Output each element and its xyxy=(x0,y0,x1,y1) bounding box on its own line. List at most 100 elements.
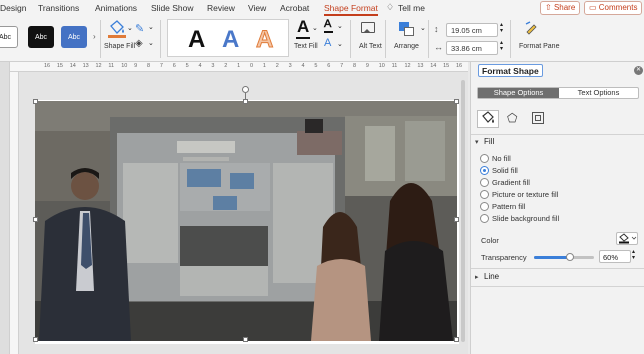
ruler-tick-label: 4 xyxy=(301,63,305,69)
chevron-down-icon[interactable]: ⌄ xyxy=(312,24,318,32)
divider xyxy=(385,20,386,58)
wordart-style-blue[interactable]: A xyxy=(222,26,239,54)
ruler-tick-label: 15 xyxy=(56,63,63,69)
tab-animations[interactable]: Animations xyxy=(95,3,137,13)
ruler-tick-label: 1 xyxy=(262,63,266,69)
shape-style-white[interactable]: Abc xyxy=(0,26,18,48)
radio-no-fill[interactable] xyxy=(480,154,489,163)
ruler-tick-label: 16 xyxy=(456,63,463,69)
height-field[interactable]: 19.05 cm xyxy=(446,23,498,37)
radio-slide-background-fill[interactable] xyxy=(480,214,489,223)
option-solid-fill[interactable]: Solid fill xyxy=(492,166,518,175)
line-section-header[interactable]: Line xyxy=(484,272,499,281)
transparency-input[interactable]: 60% xyxy=(599,250,631,263)
chevron-down-icon[interactable]: ⌄ xyxy=(148,39,154,47)
width-field[interactable]: 33.86 cm xyxy=(446,41,498,55)
chevron-down-icon[interactable]: ⌄ xyxy=(337,22,343,30)
slide-thumbnail-strip[interactable] xyxy=(0,62,10,354)
tab-transitions[interactable]: Transitions xyxy=(38,3,79,13)
chevron-down-icon[interactable]: ⌄ xyxy=(337,40,343,48)
wordart-gallery[interactable]: A A A xyxy=(167,19,289,57)
chevron-down-icon[interactable]: ⌄ xyxy=(127,24,133,32)
transparency-slider-knob[interactable] xyxy=(566,253,574,261)
ruler-tick-label: 11 xyxy=(391,63,398,69)
share-button[interactable]: ⇧ Share xyxy=(540,1,581,15)
wordart-style-black[interactable]: A xyxy=(188,26,205,54)
paint-bucket-icon xyxy=(619,233,637,244)
ruler-tick-label: 11 xyxy=(108,63,115,69)
resize-handle-top-right[interactable] xyxy=(454,99,459,104)
shape-fill-label: Shape Fill xyxy=(104,43,136,50)
option-slide-background-fill[interactable]: Slide background fill xyxy=(492,214,559,223)
ruler-tick-label: 8 xyxy=(353,63,357,69)
text-outline-icon[interactable]: A xyxy=(324,18,332,31)
text-fill-icon[interactable]: A xyxy=(297,17,309,37)
chevron-right-icon[interactable]: › xyxy=(93,32,96,41)
fill-section-header[interactable]: Fill xyxy=(484,137,494,146)
radio-solid-fill[interactable] xyxy=(480,166,489,175)
color-picker-button[interactable] xyxy=(616,232,638,245)
size-properties-icon[interactable] xyxy=(532,112,544,124)
tab-design[interactable]: Design xyxy=(0,3,26,13)
tab-acrobat[interactable]: Acrobat xyxy=(280,3,309,13)
radio-pattern-fill[interactable] xyxy=(480,202,489,211)
selected-photo-shape[interactable] xyxy=(35,101,457,341)
resize-handle-right[interactable] xyxy=(454,217,459,222)
tab-slide-show[interactable]: Slide Show xyxy=(151,3,194,13)
resize-handle-bottom[interactable] xyxy=(243,337,248,342)
shape-style-blue[interactable]: Abc xyxy=(61,26,87,48)
resize-handle-top-left[interactable] xyxy=(33,99,38,104)
format-pane-icon[interactable] xyxy=(524,21,538,35)
tab-shape-options[interactable]: Shape Options xyxy=(478,88,559,98)
tab-text-options[interactable]: Text Options xyxy=(559,88,638,98)
chevron-down-icon[interactable]: ⌄ xyxy=(148,23,154,31)
ruler-tick-label: 3 xyxy=(288,63,292,69)
ruler-tick-label: 0 xyxy=(250,63,254,69)
ruler-tick-label: 10 xyxy=(121,63,128,69)
rotate-handle-icon[interactable] xyxy=(242,86,249,93)
ruler-tick-label: 5 xyxy=(185,63,189,69)
alt-text-icon[interactable] xyxy=(361,22,375,33)
option-gradient-fill[interactable]: Gradient fill xyxy=(492,178,530,187)
ruler-tick-label: 14 xyxy=(69,63,76,69)
height-stepper[interactable]: ▴ ▾ xyxy=(500,22,503,34)
pentagon-effects-icon[interactable]: ⬠ xyxy=(507,111,517,125)
rotate-handle-stem xyxy=(245,93,246,100)
chevron-down-icon[interactable]: ⌄ xyxy=(420,24,426,32)
ruler-tick-label: 2 xyxy=(224,63,228,69)
text-outline-color-bar xyxy=(324,31,333,33)
divider xyxy=(471,268,644,269)
ruler-tick-label: 2 xyxy=(275,63,279,69)
canvas-scrollbar[interactable] xyxy=(461,80,465,342)
wordart-style-orange[interactable]: A xyxy=(255,26,273,54)
option-no-fill[interactable]: No fill xyxy=(492,154,511,163)
radio-picture-fill[interactable] xyxy=(480,190,489,199)
resize-handle-bottom-left[interactable] xyxy=(33,337,38,342)
transparency-stepper[interactable]: ▴ ▾ xyxy=(632,249,635,261)
shape-effects-icon[interactable]: ◈ xyxy=(135,38,143,49)
arrange-icon[interactable] xyxy=(399,22,415,36)
fill-and-line-tab[interactable] xyxy=(477,110,499,128)
transparency-slider-track[interactable] xyxy=(534,253,594,261)
comments-button[interactable]: ▭ Comments xyxy=(584,1,643,15)
resize-handle-bottom-right[interactable] xyxy=(454,337,459,342)
tell-me-search[interactable]: Tell me xyxy=(398,3,425,13)
shape-style-black[interactable]: Abc xyxy=(28,26,54,48)
radio-gradient-fill[interactable] xyxy=(480,178,489,187)
tab-shape-format[interactable]: Shape Format xyxy=(324,3,378,13)
resize-handle-left[interactable] xyxy=(33,217,38,222)
lightbulb-icon: ♢ xyxy=(386,2,395,12)
tab-review[interactable]: Review xyxy=(207,3,235,13)
tab-view[interactable]: View xyxy=(248,3,266,13)
pen-outline-icon[interactable]: ✎ xyxy=(135,22,144,35)
chevron-down-icon[interactable]: ▾ xyxy=(475,138,479,146)
option-picture-fill[interactable]: Picture or texture fill xyxy=(492,190,558,199)
text-effects-icon[interactable]: A xyxy=(324,37,331,49)
chevron-right-icon[interactable]: ▸ xyxy=(475,273,479,281)
format-pane-label: Format Pane xyxy=(519,43,560,50)
close-icon[interactable]: ✕ xyxy=(634,66,643,75)
paint-bucket-icon[interactable] xyxy=(106,20,128,40)
comments-label: Comments xyxy=(598,3,638,12)
width-stepper[interactable]: ▴ ▾ xyxy=(500,40,503,52)
option-pattern-fill[interactable]: Pattern fill xyxy=(492,202,525,211)
